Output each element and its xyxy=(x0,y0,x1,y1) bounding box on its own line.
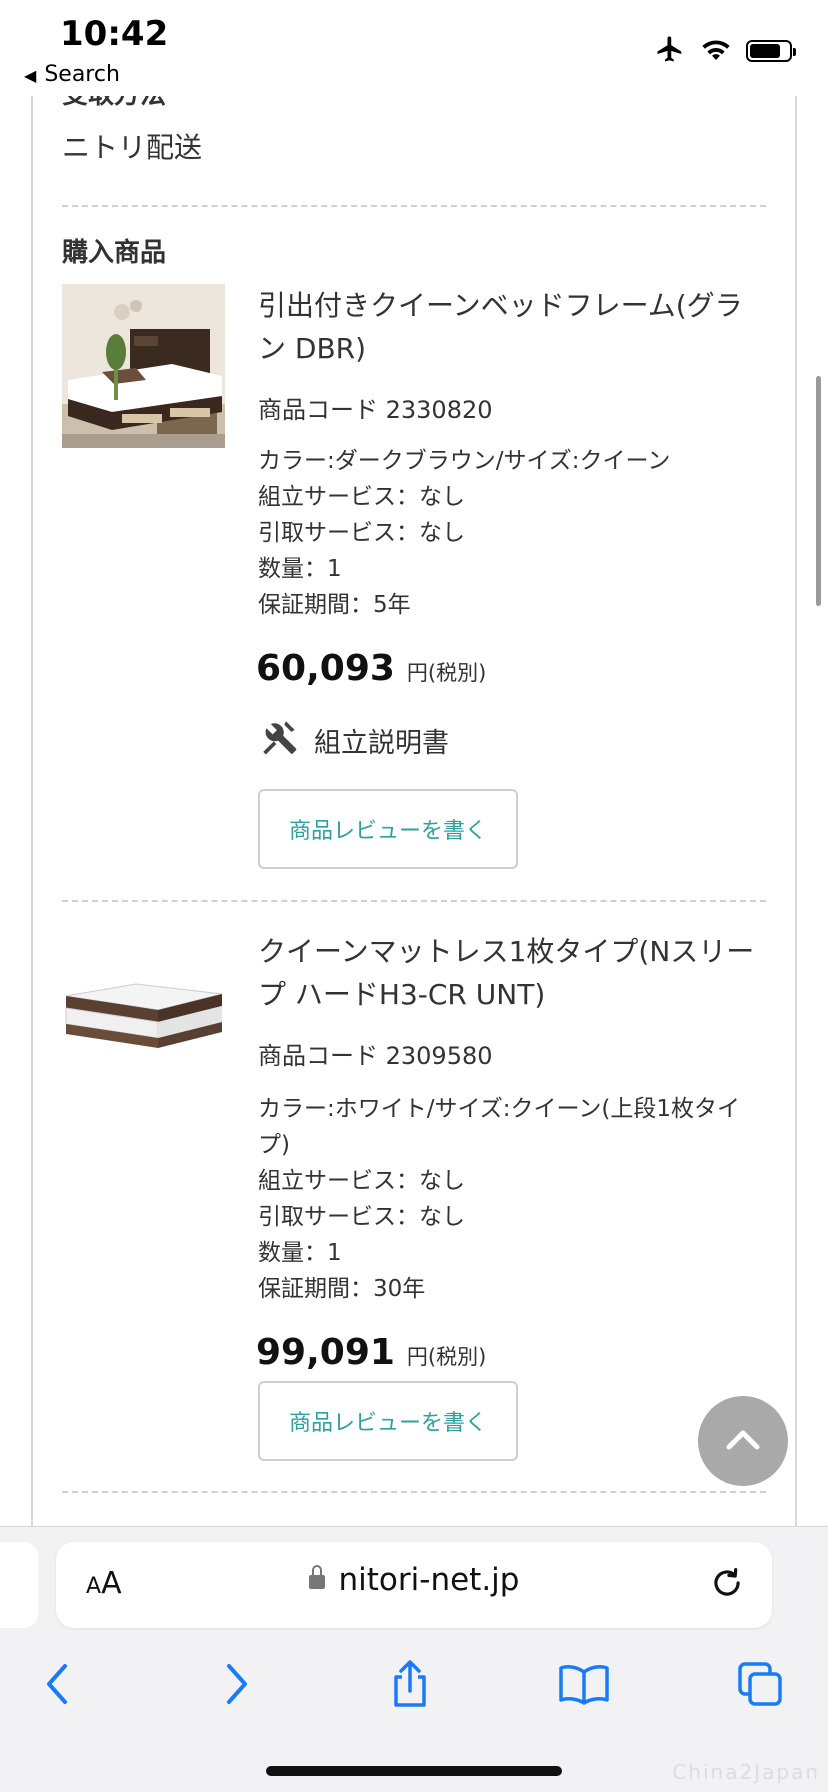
item-pickup-service: 引取サービス：なし xyxy=(258,520,465,546)
item-color-size: カラー:ホワイト/サイズ:クイーン(上段1枚タイプ) xyxy=(258,1096,741,1158)
book-icon xyxy=(558,1662,610,1710)
item-attributes: カラー:ダークブラウン/サイズ:クイーン 組立サービス：なし 引取サービス：なし… xyxy=(258,443,763,623)
divider xyxy=(62,1491,766,1493)
address-bar[interactable]: AA nitori-net.jp xyxy=(56,1542,772,1628)
item-price-value: 60,093 xyxy=(256,648,395,689)
divider xyxy=(62,205,766,207)
item-price-unit: 円(税別) xyxy=(406,1345,487,1369)
item-price-value: 99,091 xyxy=(256,1332,395,1373)
home-indicator[interactable] xyxy=(266,1766,562,1776)
delivery-method-value: ニトリ配送 xyxy=(62,131,203,164)
item-color-size: カラー:ダークブラウン/サイズ:クイーン xyxy=(258,448,671,474)
item-quantity: 数量：1 xyxy=(258,1240,342,1266)
status-bar: 10:42 ◀ Search xyxy=(0,0,828,96)
write-review-button[interactable]: 商品レビューを書く xyxy=(258,1381,518,1461)
forward-button[interactable] xyxy=(206,1656,266,1716)
share-icon xyxy=(388,1659,432,1713)
item-warranty: 保証期間：30年 xyxy=(258,1276,426,1302)
page-scrollbar[interactable] xyxy=(816,376,821,606)
item-price-unit: 円(税別) xyxy=(406,661,487,685)
status-time: 10:42 xyxy=(60,14,169,54)
watermark-text: China2Japan xyxy=(672,1760,820,1784)
chevron-left-icon xyxy=(43,1662,73,1710)
back-to-search-button[interactable]: ◀ Search xyxy=(24,62,120,87)
battery-icon xyxy=(746,40,796,62)
back-search-label: Search xyxy=(44,62,120,87)
bookmarks-button[interactable] xyxy=(554,1656,614,1716)
url-text: nitori-net.jp xyxy=(338,1562,520,1598)
url-display[interactable]: nitori-net.jp xyxy=(56,1562,772,1598)
item-warranty: 保証期間：5年 xyxy=(258,592,411,618)
item-name[interactable]: 引出付きクイーンベッドフレーム(グラン DBR) xyxy=(258,284,758,370)
lock-icon xyxy=(308,1564,325,1589)
divider xyxy=(62,900,766,902)
tabs-button[interactable] xyxy=(730,1656,790,1716)
item-code: 商品コード 2309580 xyxy=(258,1042,493,1070)
item-attributes: カラー:ホワイト/サイズ:クイーン(上段1枚タイプ) 組立サービス：なし 引取サ… xyxy=(258,1091,763,1307)
item-pickup-service: 引取サービス：なし xyxy=(258,1204,465,1230)
wifi-icon xyxy=(700,36,732,66)
chevron-up-icon xyxy=(725,1427,761,1455)
airplane-icon xyxy=(654,34,686,68)
purchased-items-heading: 購入商品 xyxy=(62,238,167,268)
back-button[interactable] xyxy=(28,1656,88,1716)
share-button[interactable] xyxy=(380,1656,440,1716)
item-assembly-service: 組立サービス：なし xyxy=(258,484,465,510)
assembly-manual-label: 組立説明書 xyxy=(314,728,449,759)
item-code: 商品コード 2330820 xyxy=(258,396,493,424)
bed-frame-thumbnail[interactable] xyxy=(62,284,225,448)
tools-icon xyxy=(258,716,300,765)
previous-tab-peek[interactable] xyxy=(0,1542,38,1628)
item-name[interactable]: クイーンマットレス1枚タイプ(Nスリープ ハードH3-CR UNT) xyxy=(258,930,758,1016)
item-assembly-service: 組立サービス：なし xyxy=(258,1168,465,1194)
item-price: 99,091 円(税別) xyxy=(256,1332,486,1373)
mattress-thumbnail[interactable] xyxy=(62,960,225,1080)
scroll-to-top-button[interactable] xyxy=(698,1396,788,1486)
back-triangle-icon: ◀ xyxy=(24,66,37,85)
status-icons xyxy=(654,34,796,68)
item-price: 60,093 円(税別) xyxy=(256,648,486,689)
assembly-manual-link[interactable]: 組立説明書 xyxy=(258,716,449,765)
item-quantity: 数量：1 xyxy=(258,556,342,582)
reload-icon[interactable] xyxy=(708,1564,746,1606)
tabs-icon xyxy=(736,1660,784,1712)
chevron-right-icon xyxy=(221,1662,251,1710)
write-review-button[interactable]: 商品レビューを書く xyxy=(258,789,518,869)
